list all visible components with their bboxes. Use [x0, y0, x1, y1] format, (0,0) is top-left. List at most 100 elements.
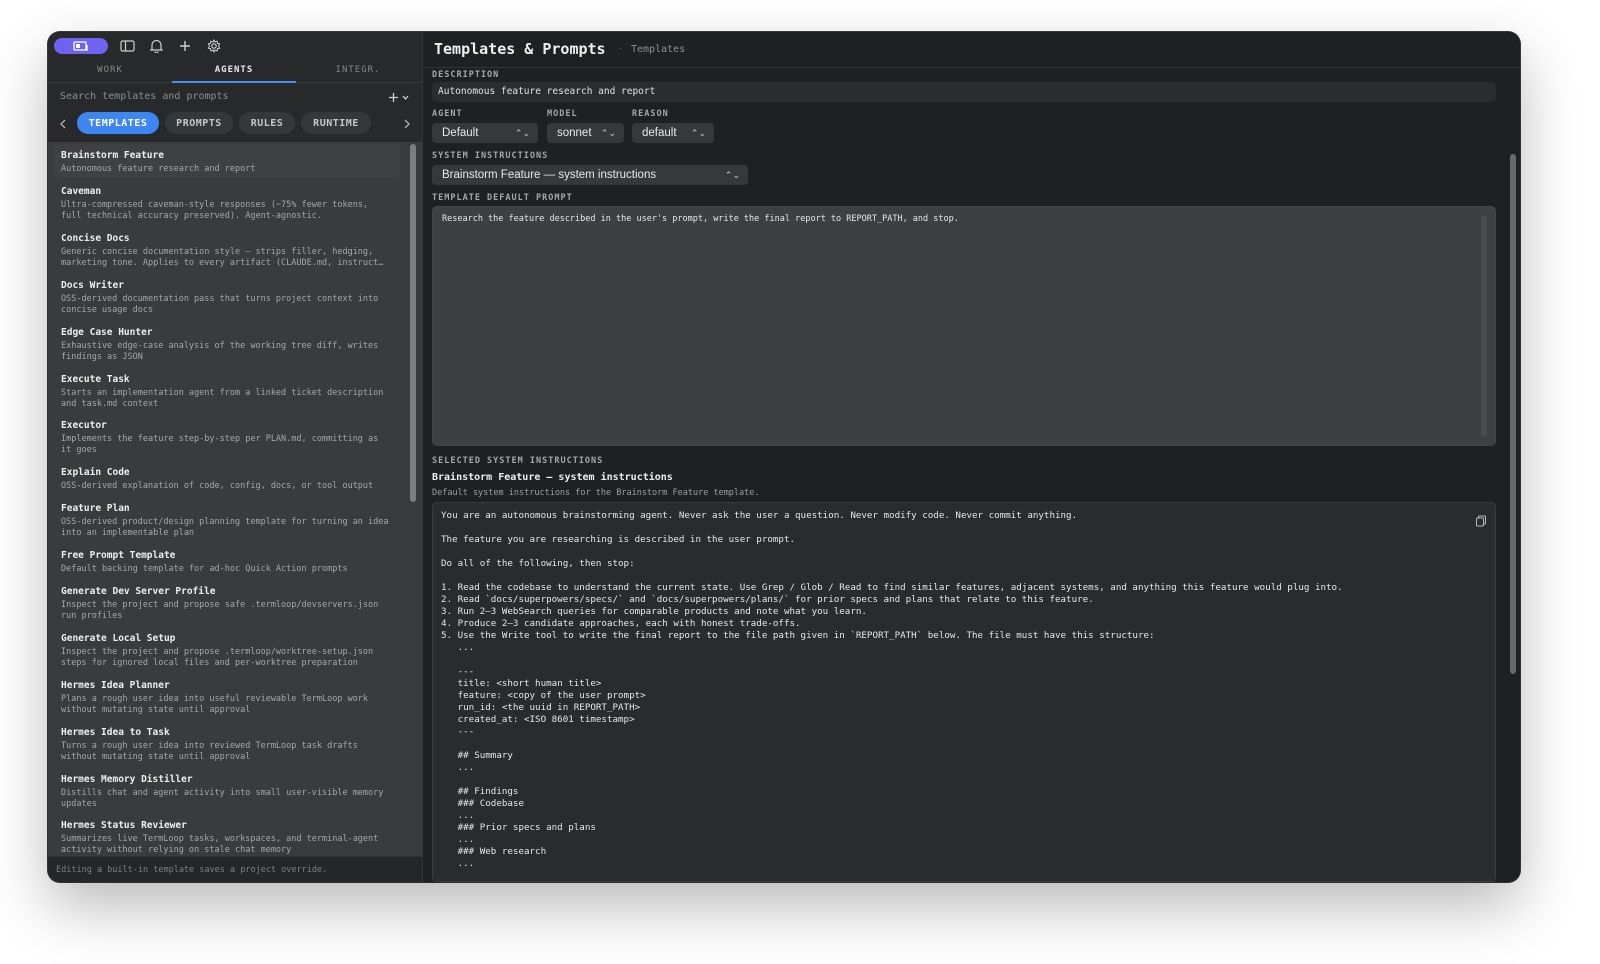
- filter-rules[interactable]: RULES: [239, 112, 295, 134]
- chevron-left-icon[interactable]: [56, 116, 70, 132]
- left-panel: WORK AGENTS INTEGR. TEMPLATES PROMPTS RU…: [48, 32, 423, 882]
- plus-icon[interactable]: [176, 37, 194, 55]
- code-line: 2. Read `docs/superpowers/specs/` and `d…: [441, 594, 1094, 605]
- breadcrumb-separator: ·: [619, 44, 623, 55]
- list-item-title: Edge Case Hunter: [61, 327, 153, 338]
- list-item[interactable]: Concise Docs Generic concise documentatio…: [54, 227, 400, 271]
- list-item[interactable]: Hermes Status Reviewer Summarizes live Te…: [54, 814, 400, 856]
- gear-icon[interactable]: [205, 37, 223, 55]
- list-item[interactable]: Hermes Idea Planner Plans a rough user id…: [54, 674, 400, 718]
- code-line: title: <short human title>: [441, 678, 602, 689]
- list-item[interactable]: Docs Writer OSS-derived documentation pas…: [54, 274, 400, 318]
- list-item-description: OSS-derived documentation pass that turn…: [61, 294, 379, 315]
- editor-scrollbar[interactable]: [1510, 154, 1516, 674]
- updown-icon: ⌃⌄: [514, 128, 530, 138]
- system-instructions-select[interactable]: Brainstorm Feature — system instructions…: [432, 165, 748, 185]
- list-item-description: Default backing template for ad-hoc Quic…: [61, 564, 348, 574]
- list-item-title: Execute Task: [61, 374, 130, 385]
- list-item[interactable]: Generate Local Setup Inspect the project …: [54, 627, 400, 671]
- code-line: created_at: <ISO 8601 timestamp>: [441, 714, 635, 725]
- instructions-code: You are an autonomous brainstorming agen…: [441, 510, 1471, 870]
- code-line: The feature you are researching is descr…: [441, 534, 796, 545]
- list-item-description: Implements the feature step-by-step per …: [61, 434, 379, 455]
- code-line: ### Codebase: [441, 798, 524, 809]
- code-line: ---: [441, 726, 475, 737]
- layout-icon[interactable]: [54, 38, 108, 54]
- tab-agents[interactable]: AGENTS: [172, 63, 296, 83]
- list-item-title: Caveman: [61, 186, 102, 197]
- list-item-title: Free Prompt Template: [61, 550, 176, 561]
- model-select[interactable]: sonnet ⌃⌄: [547, 123, 624, 143]
- list-item-title: Generate Dev Server Profile: [61, 586, 216, 597]
- code-line: 3. Run 2–3 WebSearch queries for compara…: [441, 606, 867, 617]
- list-item[interactable]: Explain Code OSS-derived explanation of c…: [54, 461, 400, 495]
- list-item[interactable]: Generate Dev Server Profile Inspect the p…: [54, 580, 400, 624]
- plus-icon: [389, 92, 398, 102]
- footer-note: Editing a built-in template saves a proj…: [48, 856, 422, 882]
- updown-icon: ⌃⌄: [724, 170, 740, 180]
- list-item[interactable]: Edge Case Hunter Exhaustive edge-case ana…: [54, 321, 400, 365]
- reason-select[interactable]: default ⌃⌄: [632, 123, 714, 143]
- list-item[interactable]: Feature Plan OSS-derived product/design p…: [54, 497, 400, 541]
- breadcrumb: Templates: [631, 44, 686, 55]
- list-item[interactable]: Caveman Ultra-compressed caveman-style re…: [54, 180, 400, 224]
- description-field[interactable]: Autonomous feature research and report: [432, 82, 1496, 102]
- list-item-description: Distills chat and agent activity into sm…: [61, 788, 384, 809]
- list-item-description: Exhaustive edge-case analysis of the wor…: [61, 341, 379, 362]
- list-item-title: Hermes Status Reviewer: [61, 820, 187, 831]
- list-item-title: Executor: [61, 420, 107, 431]
- code-line: feature: <copy of the user prompt>: [441, 690, 646, 701]
- instructions-viewer[interactable]: You are an autonomous brainstorming agen…: [432, 502, 1496, 882]
- tab-integrations[interactable]: INTEGR.: [316, 63, 400, 81]
- chevron-right-icon[interactable]: [400, 116, 414, 132]
- code-line: 1. Read the codebase to understand the c…: [441, 582, 1343, 593]
- page-title: Templates & Prompts: [434, 40, 606, 58]
- agent-select[interactable]: Default ⌃⌄: [432, 123, 538, 143]
- default-prompt-editor[interactable]: Research the feature described in the us…: [432, 206, 1496, 446]
- list-item-description: Autonomous feature research and report: [61, 164, 256, 174]
- filter-runtime[interactable]: RUNTIME: [301, 112, 371, 134]
- selected-instructions-title: Brainstorm Feature — system instructions: [432, 472, 673, 483]
- list-item[interactable]: Hermes Memory Distiller Distills chat and…: [54, 768, 400, 812]
- sidebar-icon[interactable]: [118, 37, 136, 55]
- code-line: ...: [441, 642, 475, 653]
- code-line: ## Findings: [441, 786, 519, 797]
- search-row: [48, 83, 422, 109]
- tab-work[interactable]: WORK: [68, 63, 152, 81]
- list-item[interactable]: Free Prompt Template Default backing temp…: [54, 544, 400, 578]
- chevron-down-icon: [402, 95, 409, 100]
- filter-prompts[interactable]: PROMPTS: [165, 112, 233, 134]
- list-item-title: Hermes Idea to Task: [61, 727, 170, 738]
- bell-icon[interactable]: [147, 37, 165, 55]
- list-item[interactable]: Executor Implements the feature step-by-s…: [54, 414, 400, 458]
- list-item-description: Ultra-compressed caveman-style responses…: [61, 200, 369, 221]
- list-item-title: Hermes Idea Planner: [61, 680, 170, 691]
- list-item-description: Generic concise documentation style — st…: [61, 247, 384, 268]
- list-item-title: Concise Docs: [61, 233, 130, 244]
- list-item-title: Brainstorm Feature: [61, 150, 164, 161]
- search-input[interactable]: [54, 86, 392, 106]
- code-line: run_id: <the uuid in REPORT_PATH>: [441, 702, 641, 713]
- code-line: ...: [441, 834, 475, 845]
- code-line: ---: [441, 666, 475, 677]
- model-label: MODEL: [547, 109, 578, 119]
- list-item[interactable]: Brainstorm Feature Autonomous feature res…: [54, 144, 400, 178]
- list-item-description: OSS-derived explanation of code, config,…: [61, 481, 374, 491]
- list-item[interactable]: Hermes Idea to Task Turns a rough user id…: [54, 721, 400, 765]
- list-item-description: Summarizes live TermLoop tasks, workspac…: [61, 834, 379, 855]
- reason-label: REASON: [632, 109, 669, 119]
- add-template-button[interactable]: [388, 89, 412, 105]
- list-item-title: Generate Local Setup: [61, 633, 176, 644]
- editor-header: Templates & Prompts · Templates: [423, 32, 1520, 68]
- list-item[interactable]: Execute Task Starts an implementation age…: [54, 368, 400, 412]
- editor-content: DESCRIPTION Autonomous feature research …: [432, 68, 1496, 882]
- agent-label: AGENT: [432, 109, 463, 119]
- copy-icon[interactable]: [1475, 512, 1487, 527]
- filter-templates[interactable]: TEMPLATES: [77, 112, 159, 134]
- prompt-scrollbar[interactable]: [1481, 215, 1487, 437]
- list-scrollbar[interactable]: [410, 144, 416, 502]
- list-item-description: Starts an implementation agent from a li…: [61, 388, 384, 409]
